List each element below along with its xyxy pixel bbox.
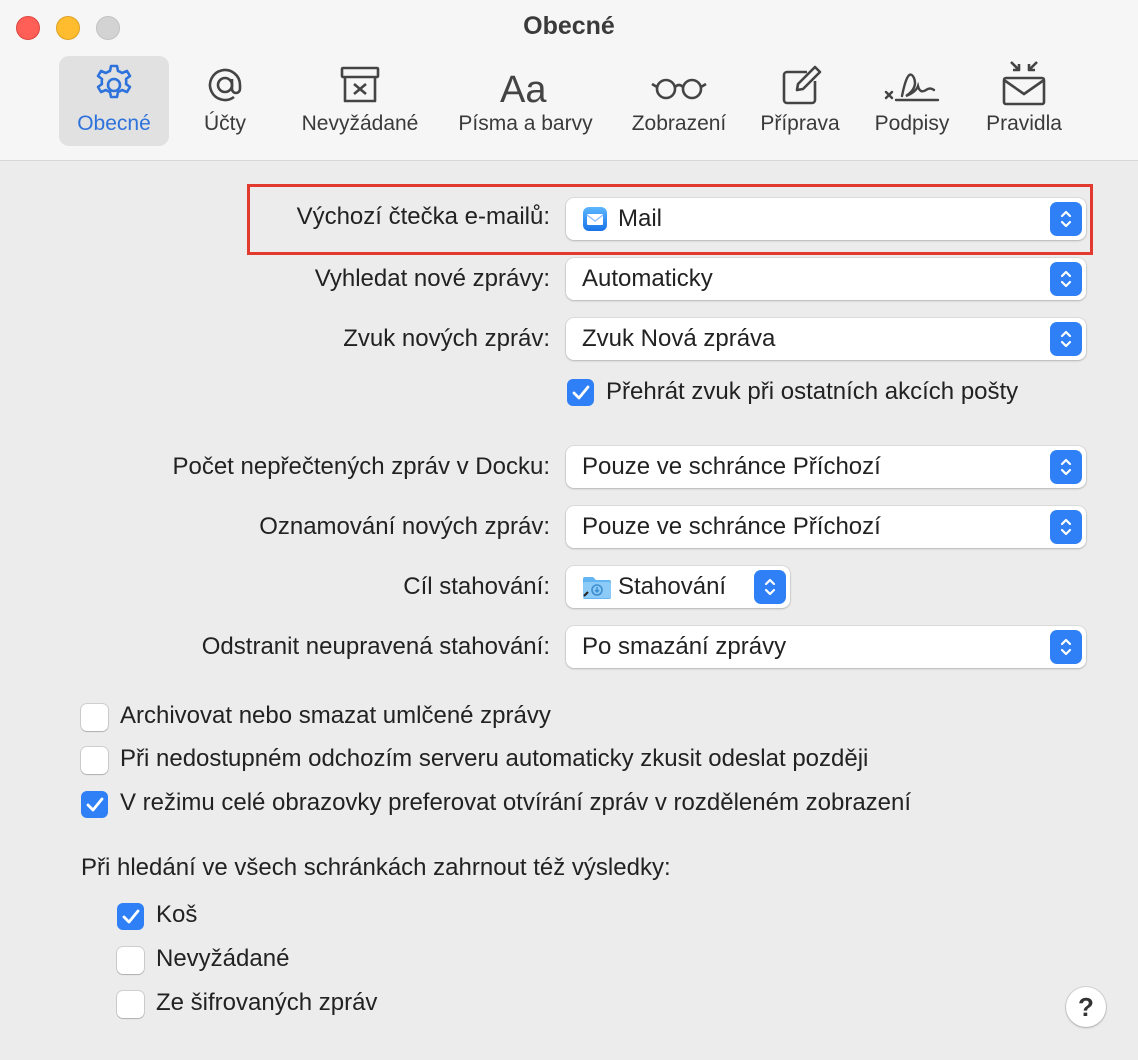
retry-send-label[interactable]: Při nedostupném odchozím serveru automat… — [120, 745, 868, 773]
title-bar: Obecné Obecné Účty Nevyžádané Aa Písma a… — [0, 0, 1138, 161]
fonts-icon: Aa — [498, 56, 554, 108]
highlight-frame — [247, 184, 1093, 255]
tab-general-label: Obecné — [77, 112, 151, 135]
search-encrypted-checkbox[interactable] — [117, 991, 144, 1018]
chevron-updown-icon — [1050, 450, 1082, 484]
tab-composing[interactable]: Příprava — [752, 56, 848, 146]
check-new-label: Vyhledat nové zprávy: — [314, 265, 550, 292]
tab-accounts[interactable]: Účty — [185, 56, 265, 146]
check-new-value: Automaticky — [582, 265, 713, 292]
rules-icon — [999, 56, 1049, 108]
play-sounds-checkbox[interactable] — [567, 379, 594, 406]
glasses-icon — [650, 56, 708, 108]
tab-viewing-label: Zobrazení — [631, 112, 727, 135]
svg-text:Aa: Aa — [500, 69, 547, 108]
checkmark-icon — [572, 385, 589, 399]
search-trash-checkbox[interactable] — [117, 903, 144, 930]
chevron-updown-icon — [1050, 510, 1082, 544]
gear-icon — [91, 56, 137, 108]
tab-rules[interactable]: Pravidla — [978, 56, 1070, 146]
window-title: Obecné — [523, 12, 615, 40]
help-button[interactable]: ? — [1066, 987, 1106, 1027]
download-folder-label: Cíl stahování: — [403, 573, 550, 600]
archive-muted-label[interactable]: Archivovat nebo smazat umlčené zprávy — [120, 702, 551, 730]
tab-signatures[interactable]: Podpisy — [866, 56, 958, 146]
tab-fonts-colors-label: Písma a barvy — [458, 112, 593, 135]
retry-send-checkbox[interactable] — [81, 747, 108, 774]
tab-general[interactable]: Obecné — [59, 56, 169, 146]
chevron-updown-icon — [1050, 630, 1082, 664]
dock-count-value: Pouze ve schránce Příchozí — [582, 453, 881, 480]
tab-junk[interactable]: Nevyžádané — [292, 56, 428, 146]
junk-icon — [337, 56, 383, 108]
dock-count-label: Počet nepřečtených zpráv v Docku: — [172, 453, 550, 480]
remove-downloads-value: Po smazání zprávy — [582, 633, 787, 660]
tab-accounts-label: Účty — [204, 112, 246, 135]
notifications-label: Oznamování nových zpráv: — [259, 513, 550, 540]
search-heading: Při hledání ve všech schránkách zahrnout… — [81, 854, 671, 881]
split-view-label[interactable]: V režimu celé obrazovky preferovat otvír… — [120, 789, 911, 817]
tab-fonts-colors[interactable]: Aa Písma a barvy — [448, 56, 603, 146]
compose-icon — [777, 56, 823, 108]
checkmark-icon — [86, 797, 103, 811]
search-encrypted-label[interactable]: Ze šifrovaných zpráv — [156, 989, 377, 1017]
search-junk-checkbox[interactable] — [117, 947, 144, 974]
dock-count-popup[interactable]: Pouze ve schránce Příchozí — [566, 446, 1086, 488]
new-sound-popup[interactable]: Zvuk Nová zpráva — [566, 318, 1086, 360]
search-trash-label[interactable]: Koš — [156, 901, 197, 929]
new-sound-value: Zvuk Nová zpráva — [582, 325, 776, 352]
mail-preferences-window: Obecné Obecné Účty Nevyžádané Aa Písma a… — [0, 0, 1138, 1060]
play-sounds-label[interactable]: Přehrát zvuk při ostatních akcích pošty — [606, 378, 1018, 406]
tab-junk-label: Nevyžádané — [301, 112, 419, 135]
chevron-updown-icon — [1050, 262, 1082, 296]
tab-viewing[interactable]: Zobrazení — [622, 56, 736, 146]
at-icon — [202, 56, 248, 108]
new-sound-label: Zvuk nových zpráv: — [343, 325, 550, 352]
chevron-updown-icon — [1050, 322, 1082, 356]
notifications-popup[interactable]: Pouze ve schránce Příchozí — [566, 506, 1086, 548]
tab-rules-label: Pravidla — [986, 112, 1062, 135]
chevron-updown-icon — [754, 570, 786, 604]
remove-downloads-label: Odstranit neupravená stahování: — [201, 633, 550, 660]
notifications-value: Pouze ve schránce Příchozí — [582, 513, 881, 540]
signature-icon — [882, 56, 942, 108]
download-folder-popup[interactable]: Stahování — [566, 566, 790, 608]
search-junk-label[interactable]: Nevyžádané — [156, 945, 289, 973]
archive-muted-checkbox[interactable] — [81, 704, 108, 731]
remove-downloads-popup[interactable]: Po smazání zprávy — [566, 626, 1086, 668]
checkmark-icon — [122, 909, 139, 923]
tab-signatures-label: Podpisy — [874, 112, 950, 135]
tab-composing-label: Příprava — [760, 112, 840, 135]
split-view-checkbox[interactable] — [81, 791, 108, 818]
check-new-popup[interactable]: Automaticky — [566, 258, 1086, 300]
